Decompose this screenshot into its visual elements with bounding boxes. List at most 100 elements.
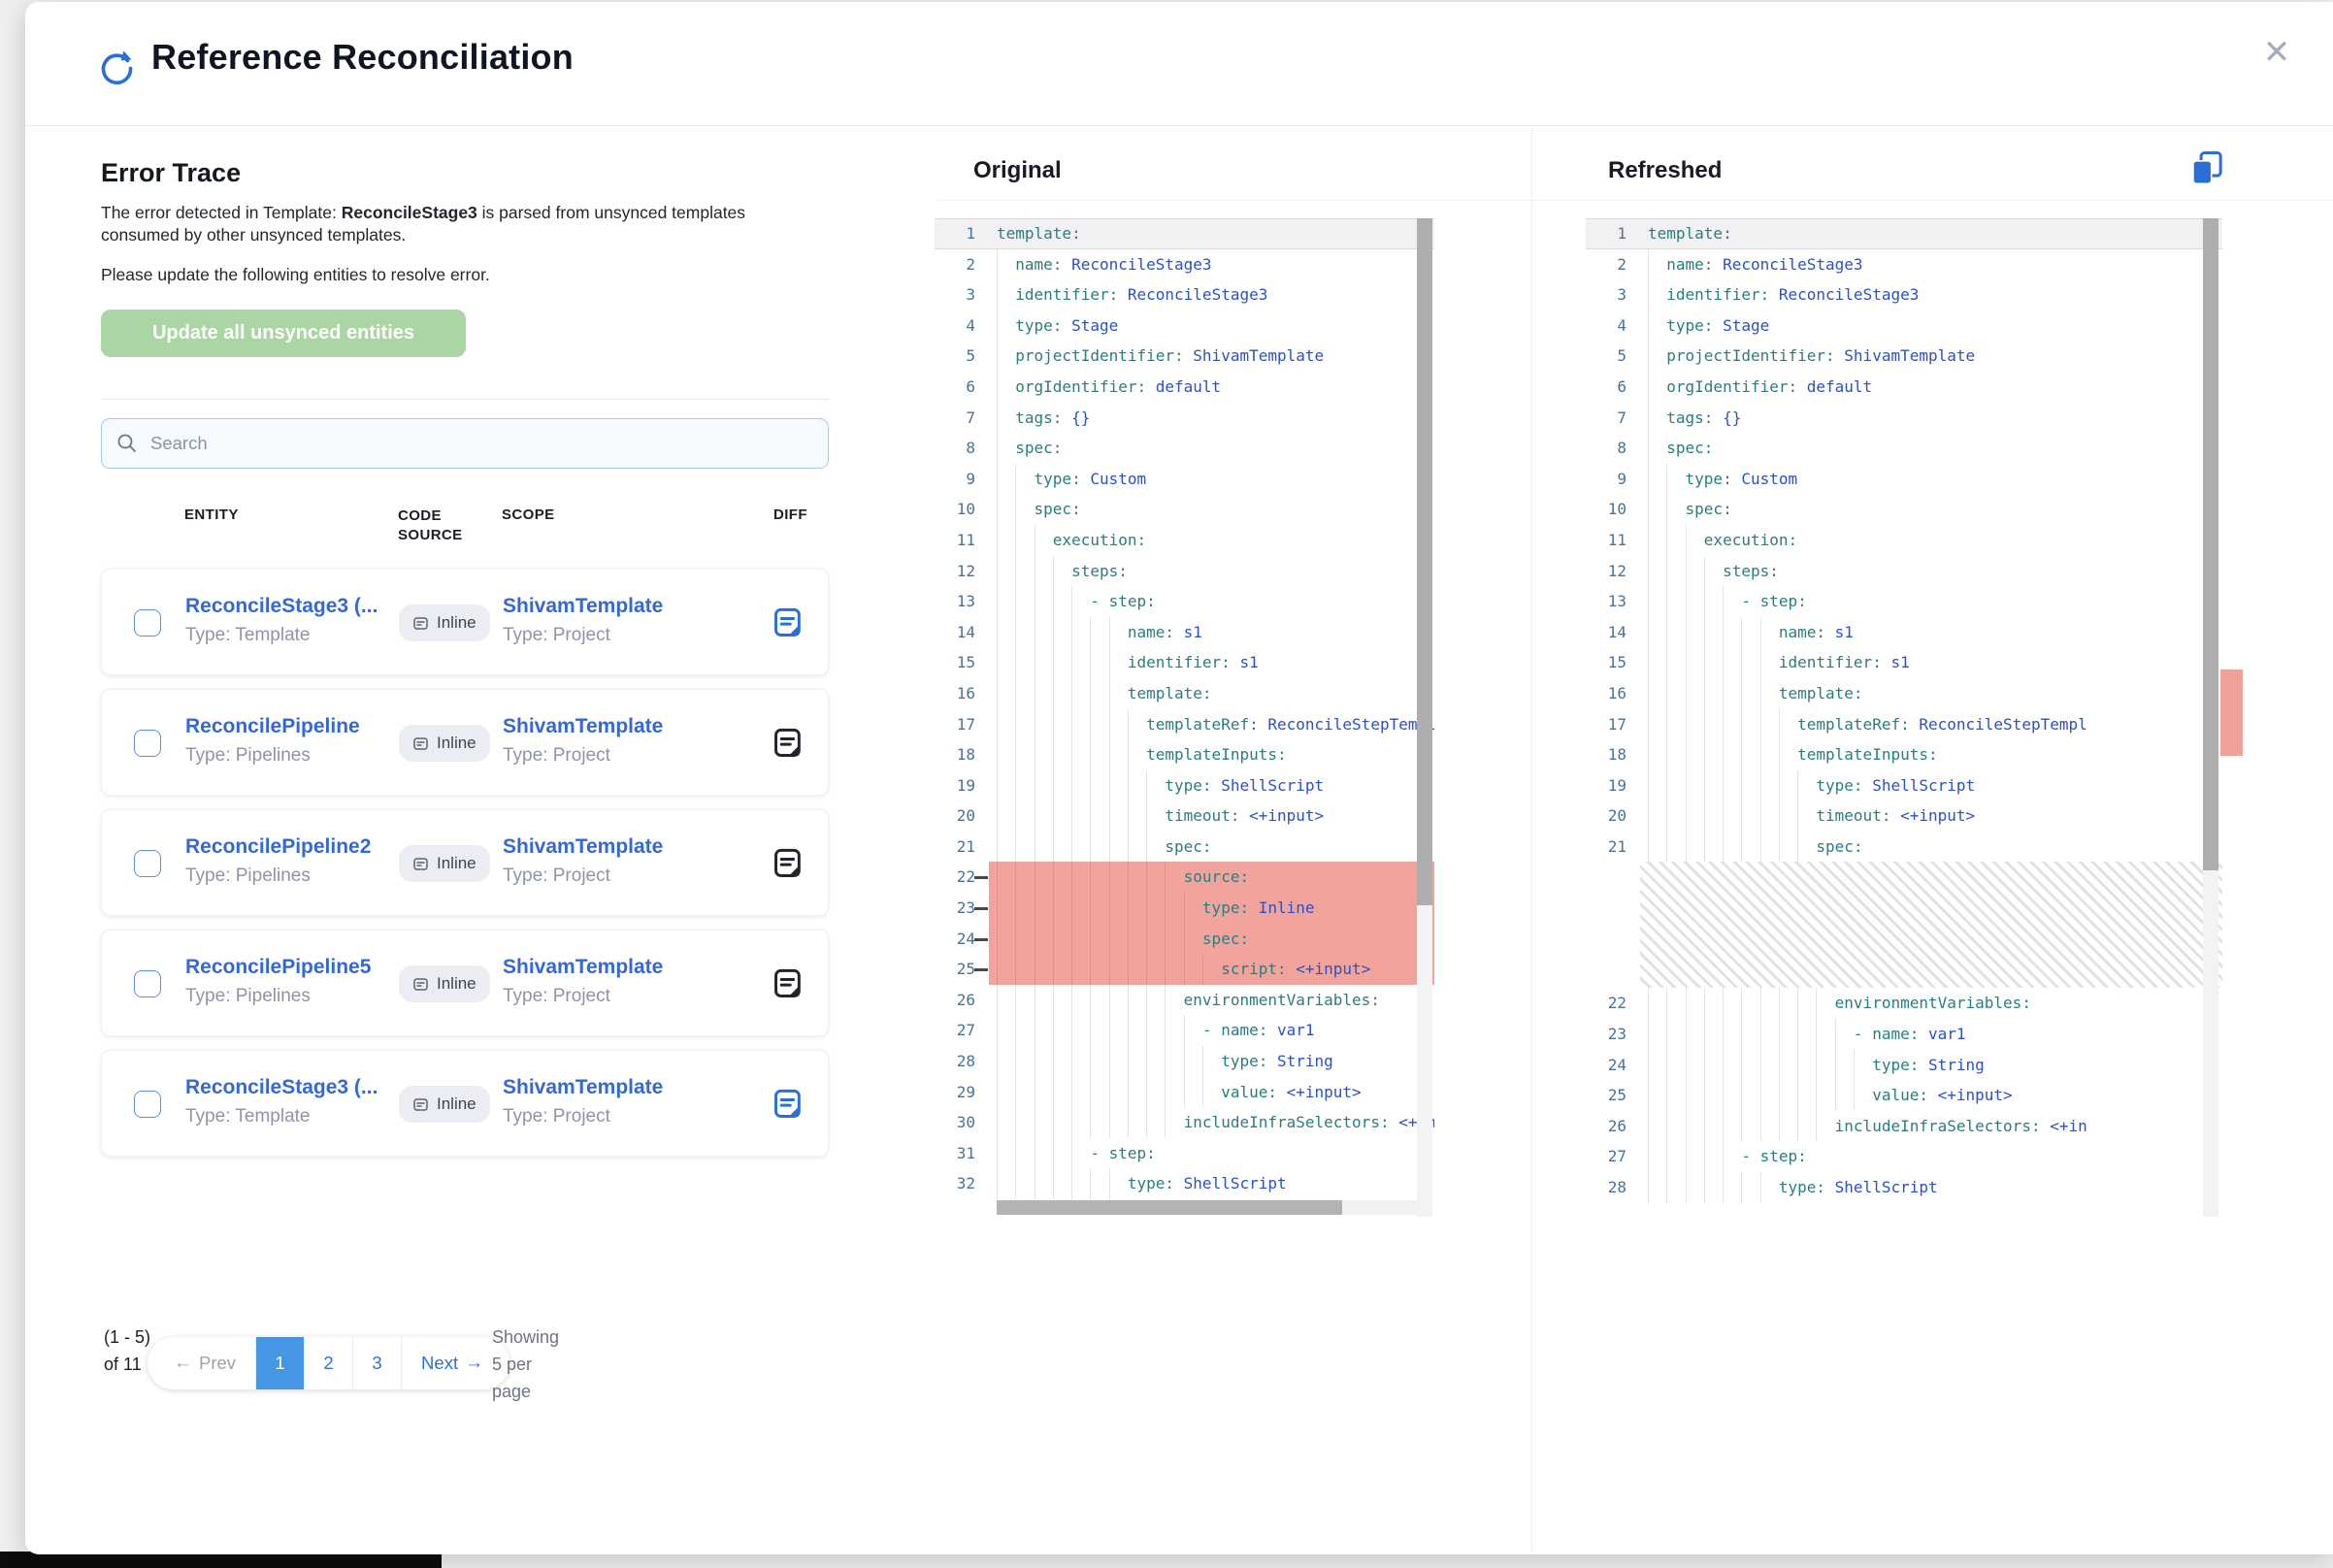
indent-guide [1686, 1141, 1687, 1172]
indent-guide [1648, 1141, 1649, 1172]
refreshed-code-line: 1template: [1586, 218, 2222, 249]
line-content: identifier: ReconcileStage3 [989, 279, 1434, 310]
search-icon [115, 432, 139, 455]
row-checkbox[interactable] [134, 970, 161, 997]
entity-link[interactable]: ReconcileStage3 (... [185, 1076, 391, 1099]
row-checkbox[interactable] [134, 1091, 161, 1118]
page-button-2[interactable]: 2 [305, 1337, 353, 1389]
line-content: identifier: s1 [1640, 647, 2222, 678]
page-button-3[interactable]: 3 [353, 1337, 402, 1389]
row-checkbox[interactable] [134, 730, 161, 757]
indent-guide [1146, 924, 1147, 955]
update-all-unsynced-button[interactable]: Update all unsynced entities [101, 310, 466, 357]
line-content: identifier: ReconcileStage3 [1640, 279, 2222, 310]
original-horizontal-scrollbar[interactable] [997, 1200, 1420, 1215]
line-content: spec: [989, 924, 1434, 955]
original-vertical-scrollbar[interactable] [1417, 218, 1432, 1217]
indent-guide [1071, 893, 1072, 924]
indent-guide [1071, 954, 1072, 985]
scope-link[interactable]: ShivamTemplate [503, 595, 745, 618]
row-checkbox[interactable] [134, 609, 161, 637]
copy-icon[interactable] [2187, 149, 2226, 188]
indent-guide [1053, 617, 1054, 648]
indent-guide [1648, 1111, 1649, 1142]
indent-guide [1090, 709, 1091, 740]
removed-region-overview-marker [2220, 670, 2243, 756]
line-number: 26 [935, 985, 989, 1016]
indent-guide [1723, 1172, 1724, 1203]
indent-guide [997, 770, 998, 801]
indent-guide [1128, 985, 1129, 1016]
scope-link[interactable]: ShivamTemplate [503, 835, 745, 859]
refreshed-code-line: 21 spec: [1586, 832, 2222, 863]
modal-title: Reference Reconciliation [151, 37, 574, 78]
indent-guide [1854, 1050, 1855, 1081]
search-input[interactable] [150, 433, 814, 454]
diff-file-icon[interactable] [772, 727, 805, 760]
indent-guide [1015, 494, 1016, 525]
diff-file-icon[interactable] [772, 967, 805, 1000]
line-content: template: [1640, 218, 2222, 249]
entity-link[interactable]: ReconcileStage3 (... [185, 595, 391, 618]
indent-guide [1686, 617, 1687, 648]
indent-guide [1146, 893, 1147, 924]
indent-guide [1760, 1019, 1761, 1050]
line-content: spec: [989, 433, 1434, 464]
indent-guide [1165, 1015, 1166, 1046]
indent-guide [1704, 556, 1705, 587]
refreshed-code-line: 17 templateRef: ReconcileStepTempl [1586, 709, 2222, 740]
indent-guide [1128, 954, 1129, 985]
row-checkbox[interactable] [134, 850, 161, 877]
indent-guide [1686, 647, 1687, 678]
indent-guide [1071, 739, 1072, 770]
indent-guide [1146, 770, 1147, 801]
indent-guide [1741, 647, 1742, 678]
entity-link[interactable]: ReconcilePipeline2 [185, 835, 391, 859]
entity-link[interactable]: ReconcilePipeline5 [185, 956, 391, 979]
indent-guide [1648, 678, 1649, 709]
inline-store-icon [412, 976, 429, 993]
indent-guide [1648, 310, 1649, 342]
original-code-line: 3 identifier: ReconcileStage3 [935, 279, 1434, 310]
prev-page-button[interactable]: ←Prev [148, 1337, 256, 1389]
indent-guide [1648, 1050, 1649, 1081]
indent-guide [1648, 709, 1649, 740]
indent-guide [1053, 893, 1054, 924]
indent-guide [1723, 1111, 1724, 1142]
indent-guide [1109, 617, 1110, 648]
entity-row: ReconcilePipeline5Type: PipelinesInlineS… [101, 930, 829, 1036]
diff-file-icon[interactable] [772, 1088, 805, 1121]
error-description: The error detected in Template: Reconcil… [101, 202, 780, 246]
indent-guide [1686, 678, 1687, 709]
entity-row: ReconcileStage3 (...Type: TemplateInline… [101, 569, 829, 675]
refreshed-code-line: 2 name: ReconcileStage3 [1586, 249, 2222, 280]
indent-guide [1090, 647, 1091, 678]
original-code-line: 24 spec: [935, 924, 1434, 955]
diff-file-icon[interactable] [772, 847, 805, 880]
indent-guide [1165, 1046, 1166, 1077]
indent-guide [1071, 586, 1072, 617]
line-content: steps: [989, 556, 1434, 587]
indent-guide [997, 310, 998, 342]
indent-guide [1797, 1050, 1798, 1081]
entity-link[interactable]: ReconcilePipeline [185, 715, 391, 738]
indent-guide [1797, 770, 1798, 801]
resolve-hint: Please update the following entities to … [101, 265, 780, 285]
indent-guide [997, 1077, 998, 1108]
line-number: 11 [935, 525, 989, 556]
indent-guide [1146, 985, 1147, 1016]
indent-guide [1741, 800, 1742, 832]
indent-guide [997, 832, 998, 863]
scope-link[interactable]: ShivamTemplate [503, 956, 745, 979]
refreshed-vertical-scrollbar[interactable] [2203, 218, 2218, 1217]
scope-link[interactable]: ShivamTemplate [503, 1076, 745, 1099]
indent-guide [1666, 1111, 1667, 1142]
original-code-line: 5 projectIdentifier: ShivamTemplate [935, 341, 1434, 372]
indent-guide [1109, 647, 1110, 678]
indent-guide [1779, 709, 1780, 740]
indent-guide [1666, 770, 1667, 801]
scope-link[interactable]: ShivamTemplate [503, 715, 745, 738]
close-icon[interactable]: ✕ [2251, 27, 2302, 78]
diff-file-icon[interactable] [772, 606, 805, 639]
page-button-1[interactable]: 1 [256, 1337, 305, 1389]
